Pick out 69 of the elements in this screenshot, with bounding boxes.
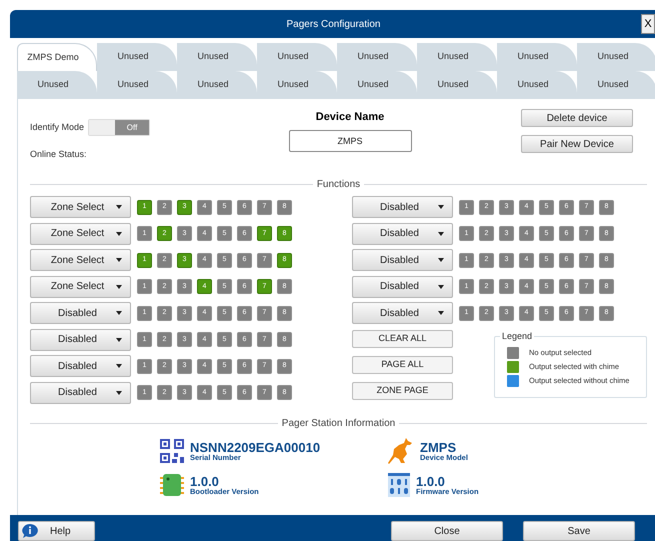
tab[interactable]: Unused [417,71,497,99]
mode-dropdown[interactable]: Disabled [30,355,131,378]
mode-dropdown[interactable]: Disabled [30,328,131,351]
action-button[interactable]: CLEAR ALL [352,330,453,348]
caret-icon [116,338,122,342]
dialog-button[interactable]: Save [523,521,635,541]
info-value: ZMPS [420,440,456,454]
section-title: Pager Station Information [282,417,396,431]
tab[interactable]: Unused [97,71,177,99]
tab[interactable]: Unused [577,43,655,71]
device-button[interactable]: Delete device [521,109,633,127]
help-button[interactable]: Help [18,521,95,541]
mode-dropdown[interactable]: Zone Select [30,222,131,245]
info-value: 1.0.0 [416,474,445,488]
tab[interactable]: Unused [257,71,337,99]
caret-icon [116,390,122,395]
legend-title: Legend [500,330,534,343]
caret-icon [116,284,122,289]
caret-icon [438,232,444,236]
caret-icon [116,205,122,210]
info-value: NSNN2209EGA00010 [190,440,320,454]
field-label: Online Status: [30,148,88,161]
window-title: Pagers Configuration [286,18,382,32]
qr-code-icon [160,439,184,463]
tab[interactable]: Unused [337,43,417,71]
chip-icon [160,473,184,497]
caret-icon [438,284,444,289]
device-button[interactable]: Pair New Device [521,135,633,153]
caret-icon [438,311,444,316]
info-icon [22,524,38,538]
action-button[interactable]: PAGE ALL [352,356,453,374]
identify-toggle[interactable]: Off [88,119,150,136]
tab[interactable]: Unused [337,71,417,99]
mode-dropdown[interactable]: Disabled [30,302,131,324]
caret-icon [438,258,444,262]
field-label: Identify Mode [30,120,84,134]
caret-icon [116,311,122,316]
binary-icon [388,473,410,497]
tab[interactable]: ZMPS Demo [17,43,97,71]
caret-icon [116,364,122,368]
kangaroo-icon [388,437,414,465]
mode-dropdown[interactable]: Zone Select [30,276,131,298]
tab[interactable]: Unused [417,43,497,71]
mode-dropdown[interactable]: Zone Select [30,196,131,218]
mode-dropdown[interactable]: Disabled [352,249,453,272]
device-name-field[interactable]: ZMPS [288,130,412,152]
tab[interactable]: Unused [17,71,97,99]
tab[interactable]: Unused [177,71,257,99]
info-value: 1.0.0 [190,474,219,488]
mode-dropdown[interactable]: Disabled [352,276,453,298]
mode-dropdown[interactable]: Disabled [352,302,453,324]
caret-icon [116,232,122,236]
device-name-heading: Device Name [316,110,384,125]
tab[interactable]: Unused [497,43,577,71]
dialog-button[interactable]: Close [391,521,503,541]
mode-dropdown[interactable]: Disabled [30,382,131,404]
tab[interactable]: Unused [497,71,577,99]
caret-icon [116,258,122,262]
tab[interactable]: Unused [257,43,337,71]
action-button[interactable]: ZONE PAGE [352,382,453,400]
tab[interactable]: Unused [577,71,655,99]
section-title: Functions [316,178,360,192]
window-close-control[interactable]: X [641,14,655,34]
tab[interactable]: Unused [97,43,177,71]
mode-dropdown[interactable]: Zone Select [30,249,131,272]
tab[interactable]: Unused [177,43,257,71]
mode-dropdown[interactable]: Disabled [352,196,453,218]
caret-icon [438,205,444,210]
mode-dropdown[interactable]: Disabled [352,222,453,245]
